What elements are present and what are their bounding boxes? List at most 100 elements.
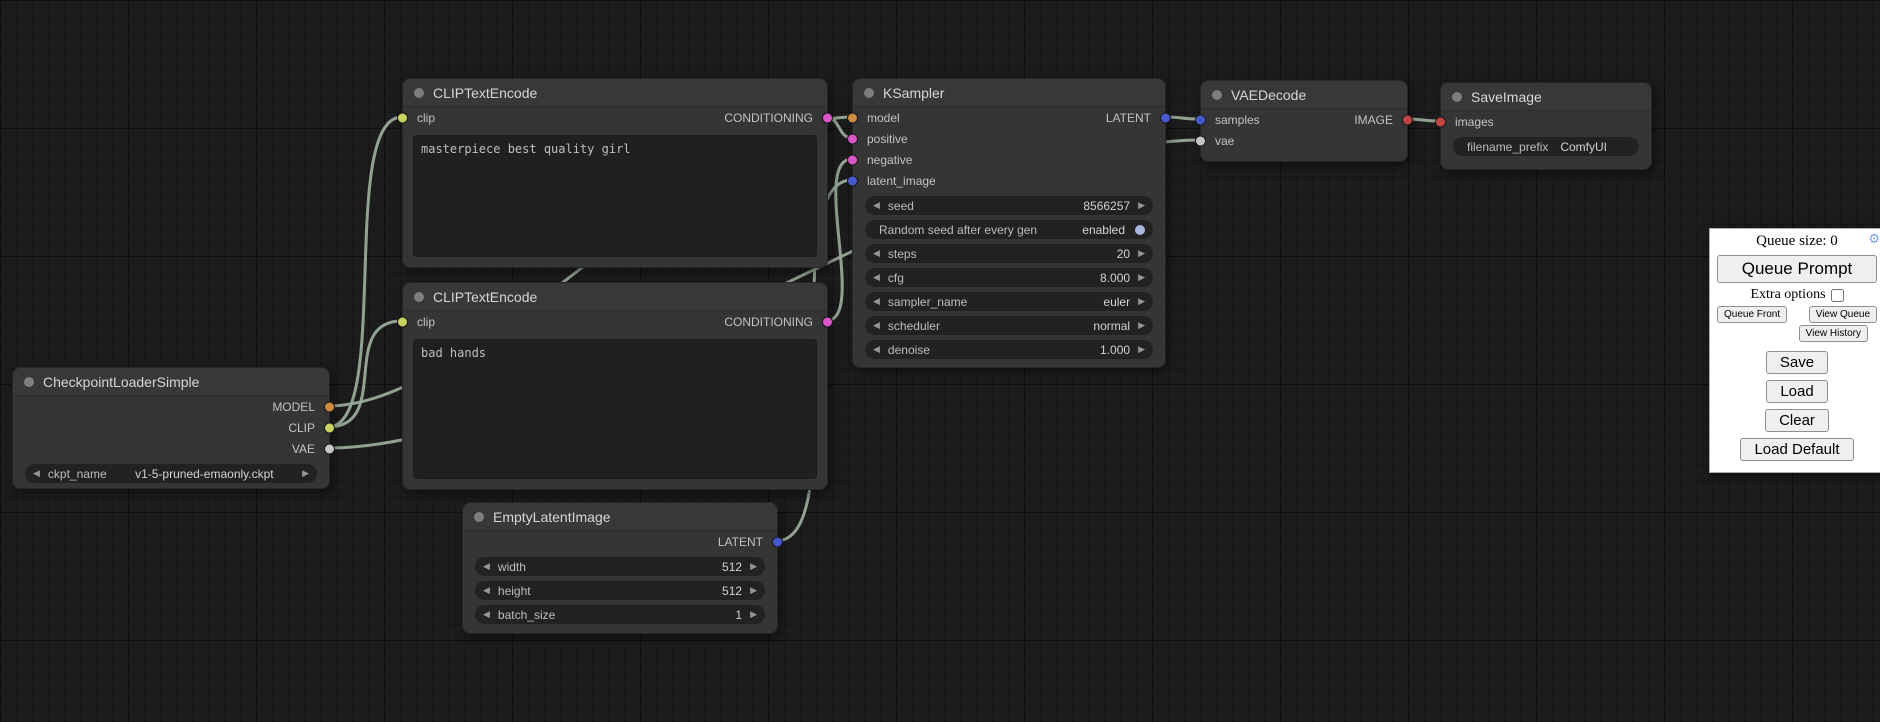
save-button[interactable]: Save — [1766, 351, 1828, 374]
view-queue-button[interactable]: View Queue — [1809, 306, 1877, 323]
node-title-bar[interactable]: SaveImage — [1441, 83, 1651, 111]
input-port-model[interactable] — [847, 112, 858, 123]
widget-name: filename_prefix — [1467, 140, 1548, 154]
collapse-dot-icon[interactable] — [864, 88, 874, 98]
node-title-bar[interactable]: CheckpointLoaderSimple — [13, 368, 329, 396]
node-title-bar[interactable]: CLIPTextEncode — [403, 79, 827, 107]
widget-scheduler[interactable]: ◀ scheduler normal ▶ — [865, 316, 1153, 335]
arrow-left-icon[interactable]: ◀ — [483, 586, 490, 595]
input-port-positive[interactable] — [847, 133, 858, 144]
input-port-latent-image[interactable] — [847, 175, 858, 186]
node-save-image[interactable]: SaveImage images filename_prefix ComfyUI — [1440, 82, 1652, 170]
output-port-latent[interactable] — [1160, 112, 1171, 123]
output-port-latent[interactable] — [772, 536, 783, 547]
arrow-left-icon[interactable]: ◀ — [873, 201, 880, 210]
collapse-dot-icon[interactable] — [1212, 90, 1222, 100]
clear-button[interactable]: Clear — [1765, 409, 1829, 432]
load-button[interactable]: Load — [1766, 380, 1827, 403]
port-row: clip CONDITIONING — [403, 311, 827, 332]
arrow-left-icon[interactable]: ◀ — [33, 469, 40, 478]
arrow-right-icon[interactable]: ▶ — [1138, 297, 1145, 306]
input-port-negative[interactable] — [847, 154, 858, 165]
node-title-bar[interactable]: EmptyLatentImage — [463, 503, 777, 531]
prompt-textarea[interactable]: bad hands — [413, 339, 817, 479]
collapse-dot-icon[interactable] — [24, 377, 34, 387]
output-port-image[interactable] — [1402, 114, 1413, 125]
output-port-vae[interactable] — [324, 443, 335, 454]
arrow-right-icon[interactable]: ▶ — [1138, 201, 1145, 210]
arrow-left-icon[interactable]: ◀ — [873, 345, 880, 354]
queue-prompt-button[interactable]: Queue Prompt — [1717, 255, 1877, 283]
node-title-bar[interactable]: VAEDecode — [1201, 81, 1407, 109]
arrow-right-icon[interactable]: ▶ — [750, 562, 757, 571]
collapse-dot-icon[interactable] — [414, 292, 424, 302]
node-clip-text-encode-positive[interactable]: CLIPTextEncode clip CONDITIONING masterp… — [402, 78, 828, 268]
widget-value: normal — [1093, 319, 1130, 333]
settings-gear-icon[interactable]: ⚙ — [1868, 232, 1880, 245]
prompt-textarea[interactable]: masterpiece best quality girl — [413, 135, 817, 257]
comfy-menu-panel[interactable]: Queue size: 0 ⚙ Queue Prompt Extra optio… — [1709, 228, 1880, 473]
collapse-dot-icon[interactable] — [414, 88, 424, 98]
port-row: CLIP — [13, 417, 329, 438]
node-title-bar[interactable]: KSampler — [853, 79, 1165, 107]
output-label-latent: LATENT — [718, 535, 763, 549]
widget-value: 512 — [722, 560, 742, 574]
extra-options-checkbox[interactable] — [1831, 289, 1844, 302]
port-row: negative — [853, 149, 1165, 170]
output-port-conditioning[interactable] — [822, 316, 833, 327]
arrow-right-icon[interactable]: ▶ — [1138, 345, 1145, 354]
widget-name: denoise — [888, 343, 930, 357]
collapse-dot-icon[interactable] — [474, 512, 484, 522]
arrow-left-icon[interactable]: ◀ — [483, 562, 490, 571]
widget-random-seed-toggle[interactable]: Random seed after every gen enabled — [865, 220, 1153, 239]
arrow-left-icon[interactable]: ◀ — [873, 321, 880, 330]
arrow-left-icon[interactable]: ◀ — [873, 297, 880, 306]
output-port-conditioning[interactable] — [822, 112, 833, 123]
arrow-right-icon[interactable]: ▶ — [302, 469, 309, 478]
widget-ckpt-name[interactable]: ◀ ckpt_name v1-5-pruned-emaonly.ckpt ▶ — [25, 464, 317, 483]
load-default-button[interactable]: Load Default — [1740, 438, 1853, 461]
widget-width[interactable]: ◀ width 512 ▶ — [475, 557, 765, 576]
widget-sampler-name[interactable]: ◀ sampler_name euler ▶ — [865, 292, 1153, 311]
node-title: SaveImage — [1471, 89, 1542, 105]
widget-denoise[interactable]: ◀ denoise 1.000 ▶ — [865, 340, 1153, 359]
widget-height[interactable]: ◀ height 512 ▶ — [475, 581, 765, 600]
view-history-button[interactable]: View History — [1799, 325, 1868, 342]
input-label-positive: positive — [867, 132, 908, 146]
widget-name: seed — [888, 199, 914, 213]
output-label-vae: VAE — [292, 442, 315, 456]
arrow-right-icon[interactable]: ▶ — [1138, 273, 1145, 282]
arrow-left-icon[interactable]: ◀ — [873, 249, 880, 258]
input-port-clip[interactable] — [397, 316, 408, 327]
node-checkpoint-loader-simple[interactable]: CheckpointLoaderSimple MODEL CLIP VAE ◀ … — [12, 367, 330, 489]
arrow-right-icon[interactable]: ▶ — [750, 586, 757, 595]
input-port-clip[interactable] — [397, 112, 408, 123]
queue-front-button[interactable]: Queue Front — [1717, 306, 1787, 323]
node-graph-canvas[interactable]: CheckpointLoaderSimple MODEL CLIP VAE ◀ … — [0, 0, 1880, 722]
input-port-vae[interactable] — [1195, 135, 1206, 146]
widget-cfg[interactable]: ◀ cfg 8.000 ▶ — [865, 268, 1153, 287]
arrow-left-icon[interactable]: ◀ — [873, 273, 880, 282]
node-vae-decode[interactable]: VAEDecode samples IMAGE vae — [1200, 80, 1408, 162]
arrow-left-icon[interactable]: ◀ — [483, 610, 490, 619]
arrow-right-icon[interactable]: ▶ — [1138, 249, 1145, 258]
node-empty-latent-image[interactable]: EmptyLatentImage LATENT ◀ width 512 ▶ ◀ … — [462, 502, 778, 634]
widget-steps[interactable]: ◀ steps 20 ▶ — [865, 244, 1153, 263]
widget-batch-size[interactable]: ◀ batch_size 1 ▶ — [475, 605, 765, 624]
node-clip-text-encode-negative[interactable]: CLIPTextEncode clip CONDITIONING bad han… — [402, 282, 828, 490]
input-port-samples[interactable] — [1195, 114, 1206, 125]
widget-seed[interactable]: ◀ seed 8566257 ▶ — [865, 196, 1153, 215]
toggle-enabled-icon[interactable] — [1135, 225, 1145, 235]
collapse-dot-icon[interactable] — [1452, 92, 1462, 102]
widget-filename-prefix[interactable]: filename_prefix ComfyUI — [1453, 137, 1639, 156]
input-label-vae: vae — [1215, 134, 1234, 148]
input-port-images[interactable] — [1435, 116, 1446, 127]
output-port-clip[interactable] — [324, 422, 335, 433]
port-row: VAE — [13, 438, 329, 459]
node-ksampler[interactable]: KSampler model LATENT positive negative … — [852, 78, 1166, 368]
node-title-bar[interactable]: CLIPTextEncode — [403, 283, 827, 311]
output-port-model[interactable] — [324, 401, 335, 412]
arrow-right-icon[interactable]: ▶ — [1138, 321, 1145, 330]
arrow-right-icon[interactable]: ▶ — [750, 610, 757, 619]
output-label-latent: LATENT — [1106, 111, 1151, 125]
